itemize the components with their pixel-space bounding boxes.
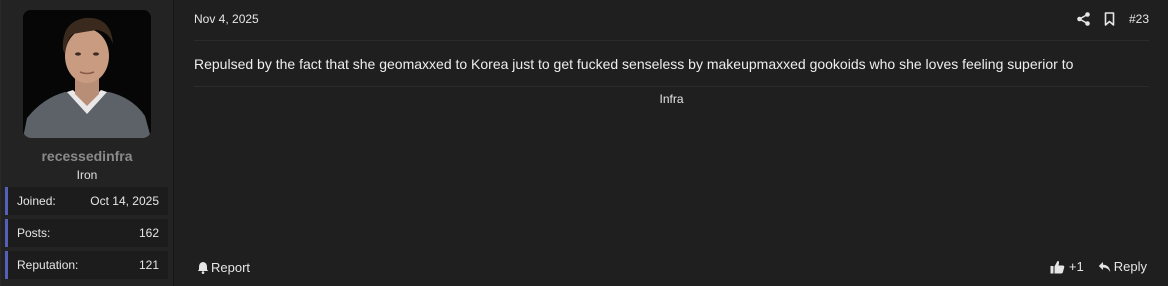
reply-button[interactable]: Reply xyxy=(1098,259,1147,274)
post-footer-actions: +1 Reply xyxy=(1050,259,1147,274)
post-date[interactable]: Nov 4, 2025 xyxy=(194,12,259,26)
post-header-actions: #23 xyxy=(1077,10,1149,28)
stat-value: Oct 14, 2025 xyxy=(90,194,159,208)
avatar[interactable] xyxy=(23,10,151,138)
thumbs-up-icon xyxy=(1050,260,1065,274)
post-body: Repulsed by the fact that she geomaxxed … xyxy=(194,56,1074,72)
like-count: +1 xyxy=(1068,259,1084,274)
stat-label: Joined: xyxy=(17,194,56,208)
signature-divider xyxy=(194,86,1149,87)
user-rank: Iron xyxy=(76,168,98,182)
like-button[interactable]: +1 xyxy=(1050,259,1084,274)
stat-posts: Posts: 162 xyxy=(5,219,168,247)
share-icon[interactable] xyxy=(1077,12,1090,26)
header-divider xyxy=(194,40,1149,41)
signature: Infra xyxy=(659,92,684,106)
reply-icon xyxy=(1098,261,1111,273)
post-number[interactable]: #23 xyxy=(1129,12,1149,26)
stat-value: 121 xyxy=(138,258,159,272)
stat-value: 162 xyxy=(138,226,159,240)
reply-label: Reply xyxy=(1113,259,1147,274)
bell-icon xyxy=(197,261,209,274)
bookmark-icon[interactable] xyxy=(1104,12,1115,26)
stat-joined: Joined: Oct 14, 2025 xyxy=(5,187,168,215)
user-info-panel: recessedinfra Iron Joined: Oct 14, 2025 … xyxy=(1,0,174,286)
report-button[interactable]: Report xyxy=(197,260,250,275)
stat-reputation: Reputation: 121 xyxy=(5,251,168,279)
post: recessedinfra Iron Joined: Oct 14, 2025 … xyxy=(0,0,1168,286)
username[interactable]: recessedinfra xyxy=(1,148,173,164)
report-label: Report xyxy=(211,260,251,275)
stat-label: Reputation: xyxy=(17,258,79,272)
stat-label: Posts: xyxy=(17,226,51,240)
